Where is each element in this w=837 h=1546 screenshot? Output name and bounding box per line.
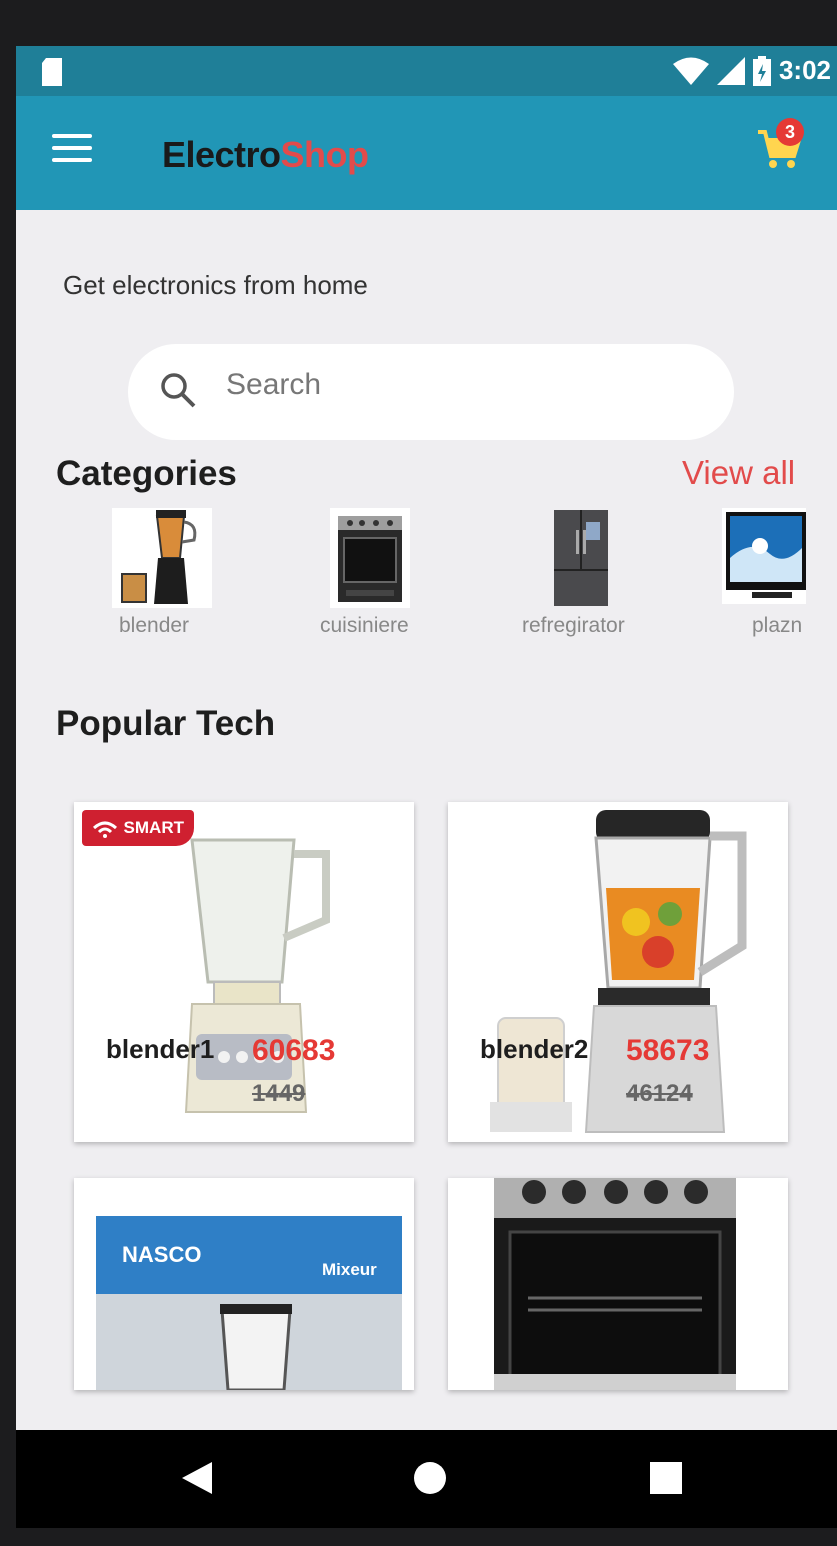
category-blender-image — [112, 508, 212, 608]
cart-button[interactable]: 3 — [756, 118, 806, 176]
logo-shop: Shop — [280, 134, 369, 175]
status-time: 3:02 — [778, 55, 831, 85]
app-logo: ElectroShop — [162, 134, 369, 176]
logo-electro: Electro — [162, 134, 281, 175]
status-bar: 3:02 — [16, 46, 837, 96]
product-name: blender2 — [480, 1034, 589, 1064]
category-cuisiniere-image — [330, 508, 410, 608]
tagline: Get electronics from home — [63, 270, 368, 300]
search-icon — [161, 373, 196, 408]
categories-heading: Categories — [56, 454, 237, 493]
nav-bar — [16, 1430, 837, 1528]
search-placeholder: Search — [226, 368, 322, 401]
signal-icon — [716, 56, 745, 85]
category-cuisiniere-label: cuisiniere — [320, 614, 409, 637]
category-refregirator-image — [548, 508, 614, 608]
sd-card-icon — [42, 58, 62, 86]
product-price: 58673 — [626, 1034, 710, 1067]
category-refregirator-label: refregirator — [522, 614, 625, 637]
category-plazn-label: plazn — [752, 614, 803, 637]
menu-icon[interactable] — [52, 134, 92, 168]
battery-icon — [752, 55, 771, 86]
search-bar[interactable]: Search — [128, 344, 734, 440]
box-label: Mixeur — [322, 1260, 377, 1279]
product-old-price: 46124 — [626, 1080, 693, 1107]
category-blender-label: blender — [119, 614, 190, 637]
product-card-cuisiniere[interactable] — [448, 1178, 788, 1390]
product-blender2-image — [490, 810, 747, 1133]
product-price: 60683 — [252, 1034, 336, 1067]
wifi-icon — [672, 57, 709, 85]
category-plazn-image — [722, 508, 806, 604]
view-all-link[interactable]: View all — [682, 454, 795, 492]
product-cuisiniere-image — [494, 1178, 736, 1390]
product-old-price: 1449 — [252, 1080, 306, 1107]
product-blender1-image — [184, 838, 330, 1113]
product-name: blender1 — [106, 1034, 215, 1064]
home-icon[interactable] — [412, 1460, 448, 1496]
product-mixeur-image — [96, 1216, 402, 1390]
product-card-blender1[interactable]: SMART blender1 60683 1449 — [74, 802, 414, 1142]
recents-icon[interactable] — [650, 1462, 682, 1494]
smart-badge-label: SMART — [123, 818, 184, 837]
popular-tech-heading: Popular Tech — [56, 704, 276, 743]
product-card-blender2[interactable]: blender2 58673 46124 — [448, 802, 788, 1142]
app-bar: ElectroShop 3 — [16, 96, 837, 210]
wifi-logo-icon — [92, 821, 118, 838]
cart-count-badge: 3 — [776, 118, 804, 146]
phone-screen: 3:02 ElectroShop 3 Get electronics from … — [16, 46, 837, 1528]
box-brand: NASCO — [122, 1242, 202, 1267]
back-icon[interactable] — [180, 1460, 214, 1496]
product-card-mixeur[interactable]: NASCO Mixeur — [74, 1178, 414, 1390]
